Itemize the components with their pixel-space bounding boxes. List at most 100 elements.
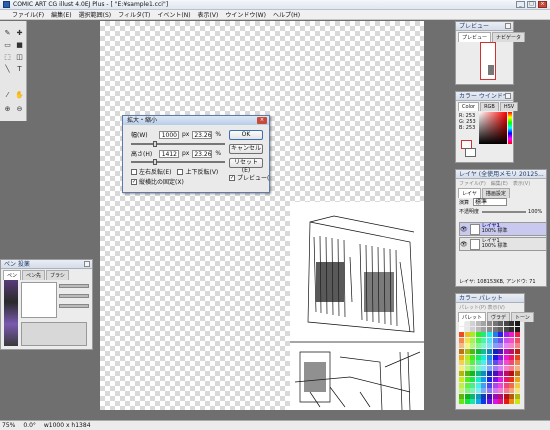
brush-density-slider[interactable]: [59, 304, 89, 308]
palette-swatch[interactable]: [503, 343, 509, 349]
palette-swatch[interactable]: [509, 321, 515, 326]
menu-file[interactable]: ファイル(F): [12, 10, 44, 19]
palette-swatch[interactable]: [481, 332, 487, 338]
palette-swatch[interactable]: [475, 365, 481, 371]
palette-swatch[interactable]: [464, 360, 470, 366]
palette-swatch[interactable]: [492, 326, 498, 332]
width-slider-handle[interactable]: [152, 141, 157, 147]
preview-thumbnail[interactable]: [480, 42, 496, 80]
palette-swatch[interactable]: [481, 399, 487, 405]
palette-swatch[interactable]: [503, 377, 509, 382]
palette-swatch[interactable]: [487, 349, 492, 354]
menu-selection[interactable]: 選択範囲(S): [79, 10, 112, 19]
eyedropper-icon[interactable]: ⁄: [2, 91, 13, 100]
palette-swatch[interactable]: [459, 365, 464, 371]
palette-swatch[interactable]: [481, 343, 487, 349]
palette-swatch[interactable]: [481, 349, 487, 354]
palette-swatch[interactable]: [503, 371, 509, 377]
palette-swatch[interactable]: [470, 343, 476, 349]
palette-swatch[interactable]: [498, 321, 504, 326]
palette-swatch[interactable]: [487, 388, 492, 394]
palette-swatch[interactable]: [515, 371, 520, 377]
width-field[interactable]: 1000: [159, 130, 179, 139]
palette-swatch[interactable]: [509, 377, 515, 382]
palette-swatch[interactable]: [481, 365, 487, 371]
palette-swatch[interactable]: [459, 321, 464, 326]
palette-swatch[interactable]: [475, 321, 481, 326]
height-slider[interactable]: [131, 159, 225, 165]
line-icon[interactable]: ╲: [2, 65, 13, 74]
palette-swatch[interactable]: [481, 393, 487, 399]
secondary-color-swatch[interactable]: [465, 148, 476, 157]
palette-swatch[interactable]: [464, 382, 470, 388]
palette-swatch[interactable]: [509, 354, 515, 360]
palette-swatch[interactable]: [459, 337, 464, 343]
palette-swatch[interactable]: [515, 365, 520, 371]
palette-swatch[interactable]: [509, 343, 515, 349]
palette-swatch[interactable]: [515, 337, 520, 343]
palette-swatch[interactable]: [464, 343, 470, 349]
maximize-button[interactable]: □: [527, 1, 536, 8]
tab-brush[interactable]: ブラシ: [46, 270, 69, 280]
menu-window[interactable]: ウインドウ(W): [225, 10, 266, 19]
brush-size-slider[interactable]: [59, 284, 89, 288]
palette-swatch[interactable]: [470, 332, 476, 338]
zoom-icon[interactable]: ⊕: [2, 105, 13, 114]
color-panel-close[interactable]: [505, 93, 511, 99]
palette-swatch[interactable]: [492, 360, 498, 366]
palette-swatch[interactable]: [509, 388, 515, 394]
palette-swatch[interactable]: [459, 382, 464, 388]
marquee-icon[interactable]: ⬚: [2, 53, 13, 62]
palette-swatch[interactable]: [498, 365, 504, 371]
palette-swatch[interactable]: [492, 377, 498, 382]
palette-swatch[interactable]: [509, 360, 515, 366]
palette-swatch[interactable]: [503, 337, 509, 343]
palette-swatch[interactable]: [509, 365, 515, 371]
palette-swatch[interactable]: [464, 321, 470, 326]
palette-swatch[interactable]: [470, 360, 476, 366]
palette-swatch[interactable]: [481, 321, 487, 326]
palette-swatch[interactable]: [503, 382, 509, 388]
palette-swatch[interactable]: [470, 365, 476, 371]
palette-swatch[interactable]: [481, 360, 487, 366]
palette-swatch[interactable]: [464, 393, 470, 399]
visibility-eye-icon[interactable]: 👁: [460, 226, 468, 233]
palette-swatch[interactable]: [459, 371, 464, 377]
layer-menu-view[interactable]: 表示(V): [513, 180, 530, 187]
palette-swatch[interactable]: [470, 382, 476, 388]
palette-swatch[interactable]: [481, 382, 487, 388]
palette-swatch[interactable]: [509, 349, 515, 354]
palette-swatch[interactable]: [464, 337, 470, 343]
palette-swatch[interactable]: [459, 360, 464, 366]
blend-mode-select[interactable]: 標準: [473, 198, 508, 206]
palette-swatch[interactable]: [487, 382, 492, 388]
layer-row[interactable]: 👁 レイヤ1 100% 標準: [459, 237, 547, 251]
tab-navigator[interactable]: ナビゲータ: [492, 32, 526, 42]
tab-pen[interactable]: ペン: [3, 270, 22, 280]
close-button[interactable]: ×: [538, 1, 547, 8]
palette-swatch[interactable]: [492, 371, 498, 377]
brush-opacity-slider[interactable]: [59, 294, 89, 298]
palette-swatch[interactable]: [459, 354, 464, 360]
preview-checkbox[interactable]: ✓: [229, 174, 235, 181]
color-picker-square[interactable]: [479, 112, 507, 144]
width-percent-field[interactable]: 23.26: [192, 130, 213, 139]
palette-swatch[interactable]: [464, 349, 470, 354]
palette-swatch[interactable]: [475, 388, 481, 394]
palette-swatch[interactable]: [509, 399, 515, 405]
cancel-button[interactable]: キャンセル: [229, 144, 263, 154]
palette-swatch[interactable]: [487, 337, 492, 343]
palette-swatch[interactable]: [470, 337, 476, 343]
palette-swatch[interactable]: [459, 377, 464, 382]
palette-swatch[interactable]: [515, 332, 520, 338]
palette-swatch[interactable]: [481, 371, 487, 377]
eraser-icon[interactable]: ▭: [2, 41, 13, 50]
palette-swatch[interactable]: [492, 388, 498, 394]
palette-swatch[interactable]: [464, 388, 470, 394]
text-icon[interactable]: T: [14, 65, 25, 74]
palette-swatch[interactable]: [492, 393, 498, 399]
palette-swatch[interactable]: [475, 337, 481, 343]
palette-swatch[interactable]: [515, 326, 520, 332]
palette-swatch[interactable]: [498, 360, 504, 366]
tab-rgb[interactable]: RGB: [480, 102, 499, 111]
